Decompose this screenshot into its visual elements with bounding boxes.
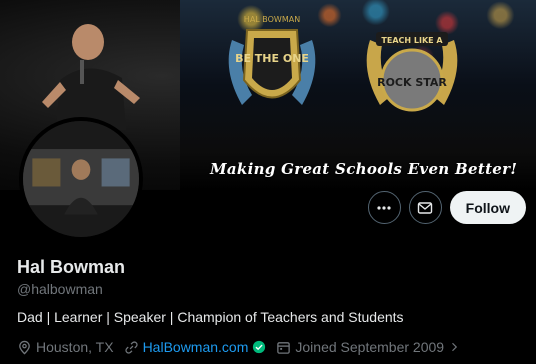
profile-actions: Follow — [367, 191, 526, 224]
verified-check-icon — [253, 340, 266, 354]
profile-handle: @halbowman — [17, 281, 103, 297]
website-link[interactable]: HalBowman.com — [143, 339, 249, 355]
svg-text:BE THE ONE: BE THE ONE — [235, 52, 309, 65]
svg-text:HAL BOWMAN: HAL BOWMAN — [244, 15, 300, 24]
be-the-one-emblem: HAL BOWMAN BE THE ONE — [228, 15, 316, 105]
location-item: Houston, TX — [17, 339, 114, 355]
follow-button[interactable]: Follow — [449, 191, 526, 224]
calendar-icon — [277, 341, 291, 354]
svg-text:TEACH LIKE A: TEACH LIKE A — [381, 36, 443, 45]
more-icon — [377, 205, 391, 210]
profile-name: Hal Bowman — [17, 257, 126, 277]
profile-meta: Houston, TX HalBowman.com Joined Septemb… — [17, 339, 460, 355]
website-item: HalBowman.com — [124, 339, 267, 355]
joined-text: Joined September 2009 — [295, 339, 445, 355]
teach-like-a-rock-star-emblem: TEACH LIKE A ROCK STAR — [366, 32, 458, 112]
svg-text:ROCK STAR: ROCK STAR — [377, 76, 447, 89]
profile-bio: Dad | Learner | Speaker | Champion of Te… — [17, 309, 404, 325]
avatar-photo — [23, 121, 139, 237]
message-button[interactable] — [408, 191, 442, 224]
link-icon — [124, 340, 138, 354]
profile-avatar[interactable] — [19, 117, 143, 241]
joined-item[interactable]: Joined September 2009 — [276, 339, 460, 355]
location-pin-icon — [19, 340, 30, 354]
mail-icon — [417, 201, 433, 214]
chevron-right-icon — [452, 342, 458, 352]
location-text: Houston, TX — [36, 339, 114, 355]
more-button[interactable] — [367, 191, 401, 224]
banner-speaker-photo — [42, 24, 140, 130]
banner-tagline: Making Great Schools Even Better! — [210, 160, 518, 178]
